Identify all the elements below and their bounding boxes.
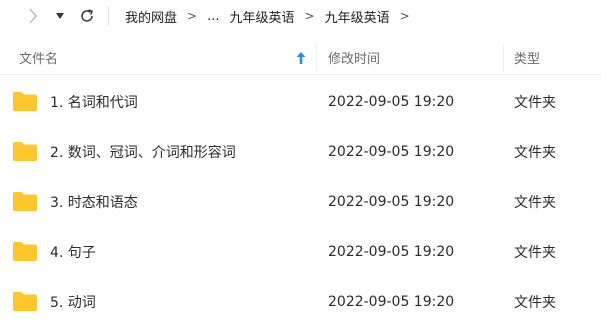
file-type: 文件夹 (514, 195, 556, 211)
refresh-icon[interactable] (78, 7, 96, 25)
folder-icon (12, 91, 38, 112)
breadcrumb-my-drive[interactable]: 我的网盘 (123, 7, 179, 26)
folder-icon (12, 291, 38, 312)
folder-icon (12, 191, 38, 212)
file-name[interactable]: 2. 数词、冠词、介词和形容词 (50, 134, 236, 170)
table-row[interactable]: 2. 数词、冠词、介词和形容词 2022-09-05 19:20 文件夹 (0, 134, 601, 170)
table-row[interactable]: 5. 动词 2022-09-05 19:20 文件夹 (0, 284, 601, 320)
file-name[interactable]: 5. 动词 (50, 284, 96, 320)
breadcrumb-grade9-english-current[interactable]: 九年级英语 (323, 7, 392, 26)
table-row[interactable]: 3. 时态和语态 2022-09-05 19:20 文件夹 (0, 184, 601, 220)
folder-icon (12, 141, 38, 162)
column-name-header[interactable]: 文件名 (19, 40, 58, 74)
file-name[interactable]: 1. 名词和代词 (50, 84, 138, 120)
chevron-right-icon[interactable] (26, 7, 40, 25)
modified-date: 2022-09-05 19:20 (328, 94, 455, 110)
file-type: 文件夹 (514, 245, 556, 261)
modified-date: 2022-09-05 19:20 (328, 244, 455, 260)
table-row[interactable]: 1. 名词和代词 2022-09-05 19:20 文件夹 (0, 84, 601, 120)
breadcrumb-separator: > (304, 9, 315, 23)
breadcrumb-ellipsis[interactable]: ... (205, 9, 221, 24)
breadcrumb-grade9-english-parent[interactable]: 九年级英语 (227, 7, 296, 26)
file-name[interactable]: 4. 句子 (50, 234, 96, 270)
column-type-header[interactable]: 类型 (514, 40, 540, 74)
toolbar-divider (108, 6, 109, 26)
column-header: 文件名 修改时间 类型 (0, 40, 601, 75)
sort-ascending-icon[interactable] (296, 52, 308, 64)
modified-date: 2022-09-05 19:20 (328, 194, 455, 210)
caret-down-icon[interactable] (55, 9, 65, 23)
column-divider[interactable] (503, 44, 504, 72)
file-type: 文件夹 (514, 145, 556, 161)
folder-icon (12, 241, 38, 262)
file-type: 文件夹 (514, 95, 556, 111)
table-row[interactable]: 4. 句子 2022-09-05 19:20 文件夹 (0, 234, 601, 270)
breadcrumb: 我的网盘 > ... 九年级英语 > 九年级英语 > (123, 0, 418, 32)
breadcrumb-separator: > (187, 9, 198, 23)
file-type: 文件夹 (514, 295, 556, 311)
breadcrumb-separator: > (399, 9, 410, 23)
navigation-bar: 我的网盘 > ... 九年级英语 > 九年级英语 > (0, 0, 601, 32)
column-date-header[interactable]: 修改时间 (328, 40, 380, 74)
modified-date: 2022-09-05 19:20 (328, 144, 455, 160)
column-divider[interactable] (316, 44, 317, 72)
file-name[interactable]: 3. 时态和语态 (50, 184, 138, 220)
modified-date: 2022-09-05 19:20 (328, 294, 455, 310)
